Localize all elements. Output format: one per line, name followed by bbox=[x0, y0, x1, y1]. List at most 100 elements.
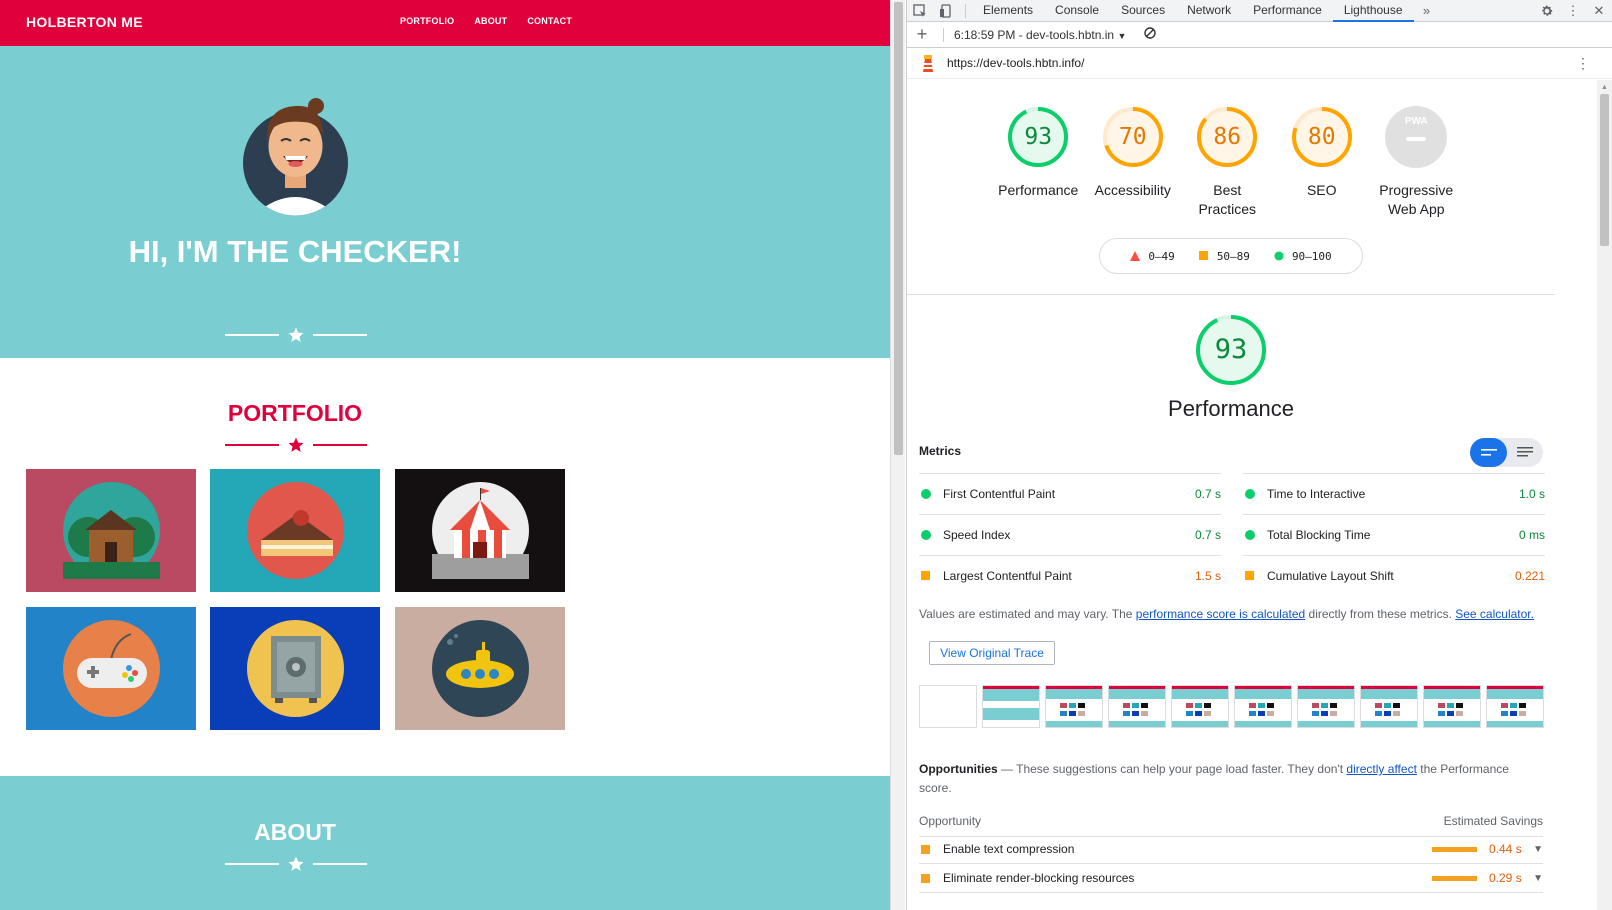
portfolio-item-cabin[interactable] bbox=[26, 469, 196, 592]
gauge-progressive-web-app[interactable]: PWA Progressive Web App bbox=[1369, 104, 1464, 219]
performance-gauge: 93 bbox=[1195, 314, 1267, 386]
nav-link-about[interactable]: ABOUT bbox=[474, 16, 507, 26]
legend-pass: 90–100 bbox=[1274, 250, 1332, 263]
fail-triangle-icon bbox=[1130, 251, 1141, 261]
clear-reports-icon[interactable] bbox=[1144, 27, 1157, 42]
cabin-icon bbox=[62, 482, 160, 579]
portfolio-item-safe[interactable] bbox=[210, 607, 380, 730]
new-report-plus-icon[interactable]: + bbox=[907, 24, 937, 45]
close-devtools-icon[interactable]: ✕ bbox=[1586, 0, 1612, 22]
legend-average: 50–89 bbox=[1198, 250, 1250, 263]
device-toolbar-icon[interactable] bbox=[933, 0, 959, 22]
nav-link-portfolio[interactable]: PORTFOLIO bbox=[400, 16, 454, 26]
tab-lighthouse[interactable]: Lighthouse bbox=[1332, 0, 1414, 22]
site-brand[interactable]: HOLBERTON ME bbox=[26, 14, 143, 30]
about-title: ABOUT bbox=[254, 819, 336, 845]
metric-total-blocking-time: Total Blocking Time 0 ms bbox=[1243, 514, 1545, 555]
gauge-performance[interactable]: 93 Performance bbox=[991, 104, 1086, 219]
portfolio-item-submarine[interactable] bbox=[395, 607, 565, 730]
directly-affect-link[interactable]: directly affect bbox=[1346, 762, 1416, 776]
filmstrip-frame bbox=[1108, 685, 1166, 728]
gauge-label: Best Practices bbox=[1198, 182, 1257, 217]
lighthouse-report: 93 Performance 70 Accessibility 86 Best Pract… bbox=[907, 80, 1597, 910]
legend-pass-label: 90–100 bbox=[1291, 249, 1332, 263]
more-tabs-icon[interactable]: » bbox=[1414, 0, 1440, 22]
gauge-score: 93 bbox=[1024, 124, 1053, 150]
metric-speed-index: Speed Index 0.7 s bbox=[919, 514, 1221, 555]
nav-link-contact[interactable]: CONTACT bbox=[527, 16, 572, 26]
circus-tent-icon bbox=[431, 482, 529, 579]
devtools-scrollbar[interactable]: ▲ bbox=[1597, 80, 1612, 910]
gauge-best-practices[interactable]: 86 Best Practices bbox=[1180, 104, 1275, 219]
tab-network[interactable]: Network bbox=[1176, 0, 1242, 22]
metric-name: Speed Index bbox=[943, 528, 1011, 542]
report-select[interactable]: 6:18:59 PM - dev-tools.hbtn.in ▼ bbox=[954, 28, 1126, 42]
audited-url[interactable]: https://dev-tools.hbtn.info/ bbox=[947, 56, 1084, 70]
chevron-down-icon[interactable]: ▼ bbox=[1523, 844, 1543, 855]
pwa-badge: PWA bbox=[1404, 116, 1428, 127]
performance-gauge-score: 93 bbox=[1214, 334, 1248, 365]
gauge-label: Progressive Web App bbox=[1379, 182, 1454, 217]
page-scrollbar-thumb[interactable] bbox=[894, 2, 903, 455]
metric-value: 1.5 s bbox=[1194, 569, 1221, 583]
tab-performance[interactable]: Performance bbox=[1242, 0, 1333, 22]
gamepad-icon bbox=[62, 620, 160, 717]
site-navbar: HOLBERTON ME PORTFOLIO ABOUT CONTACT bbox=[0, 0, 890, 46]
page-scrollbar[interactable] bbox=[890, 0, 905, 910]
filmstrip-frame bbox=[1171, 685, 1229, 728]
section-divider bbox=[907, 294, 1555, 295]
pass-circle-icon bbox=[1245, 530, 1255, 540]
star-divider bbox=[225, 855, 367, 873]
tab-sources[interactable]: Sources bbox=[1110, 0, 1176, 22]
legend-fail-label: 0–49 bbox=[1148, 249, 1175, 263]
metric-name: Cumulative Layout Shift bbox=[1267, 569, 1394, 583]
audited-url-bar: https://dev-tools.hbtn.info/ ⋮ bbox=[907, 48, 1612, 79]
gauge-accessibility[interactable]: 70 Accessibility bbox=[1086, 104, 1181, 219]
filmstrip-frame bbox=[982, 685, 1040, 728]
gauge-seo[interactable]: 80 SEO bbox=[1275, 104, 1370, 219]
kebab-menu-icon[interactable]: ⋮ bbox=[1560, 0, 1586, 22]
pass-circle-icon bbox=[921, 489, 931, 499]
opportunity-column-header: Opportunity bbox=[919, 814, 982, 828]
safe-icon bbox=[246, 620, 344, 717]
metric-largest-contentful-paint: Largest Contentful Paint 1.5 s bbox=[919, 555, 1221, 596]
portfolio-item-circus[interactable] bbox=[395, 469, 565, 592]
tab-elements[interactable]: Elements bbox=[972, 0, 1044, 22]
opportunity-row[interactable]: Eliminate render-blocking resources 0.29 … bbox=[919, 864, 1543, 893]
opportunities-title: Opportunities bbox=[919, 762, 998, 776]
compact-view-button[interactable] bbox=[1470, 438, 1507, 467]
inspect-element-icon[interactable] bbox=[907, 0, 933, 22]
filmstrip-frame bbox=[1360, 685, 1418, 728]
opportunities-table-header: Opportunity Estimated Savings bbox=[919, 814, 1543, 837]
metric-value: 0 ms bbox=[1518, 528, 1545, 542]
scroll-up-arrow-icon[interactable]: ▲ bbox=[1601, 84, 1608, 91]
report-menu-icon[interactable]: ⋮ bbox=[1576, 55, 1590, 72]
metrics-view-toggle[interactable] bbox=[1470, 438, 1543, 467]
metric-name: Total Blocking Time bbox=[1267, 528, 1371, 542]
legend-fail: 0–49 bbox=[1130, 250, 1175, 263]
score-calculated-link[interactable]: performance score is calculated bbox=[1136, 607, 1305, 621]
about-section: ABOUT bbox=[0, 776, 890, 910]
view-original-trace-button[interactable]: View Original Trace bbox=[929, 641, 1055, 665]
portfolio-item-cake[interactable] bbox=[210, 469, 380, 592]
tab-console[interactable]: Console bbox=[1044, 0, 1110, 22]
report-select-value: 6:18:59 PM - dev-tools.hbtn.in bbox=[954, 27, 1115, 42]
settings-gear-icon[interactable] bbox=[1534, 0, 1560, 22]
average-square-icon bbox=[1245, 571, 1254, 580]
gauge-score: 80 bbox=[1307, 124, 1336, 150]
website-viewport: HOLBERTON ME PORTFOLIO ABOUT CONTACT HI,… bbox=[0, 0, 890, 910]
filmstrip-frame bbox=[1486, 685, 1544, 728]
metrics-note-middle: directly from these metrics. bbox=[1305, 607, 1456, 621]
average-square-icon bbox=[1198, 251, 1208, 260]
portfolio-section: PORTFOLIO bbox=[0, 358, 890, 776]
gauge-ring: 86 bbox=[1194, 104, 1260, 170]
star-icon bbox=[288, 856, 304, 871]
expanded-view-button[interactable] bbox=[1507, 438, 1543, 467]
see-calculator-link[interactable]: See calculator. bbox=[1455, 607, 1534, 621]
portfolio-item-game[interactable] bbox=[26, 607, 196, 730]
submarine-icon bbox=[431, 620, 529, 717]
chevron-down-icon[interactable]: ▼ bbox=[1523, 873, 1543, 884]
portfolio-title: PORTFOLIO bbox=[227, 400, 363, 426]
opportunity-row[interactable]: Enable text compression 0.44 s ▼ bbox=[919, 835, 1543, 864]
devtools-scrollbar-thumb[interactable] bbox=[1600, 94, 1609, 246]
